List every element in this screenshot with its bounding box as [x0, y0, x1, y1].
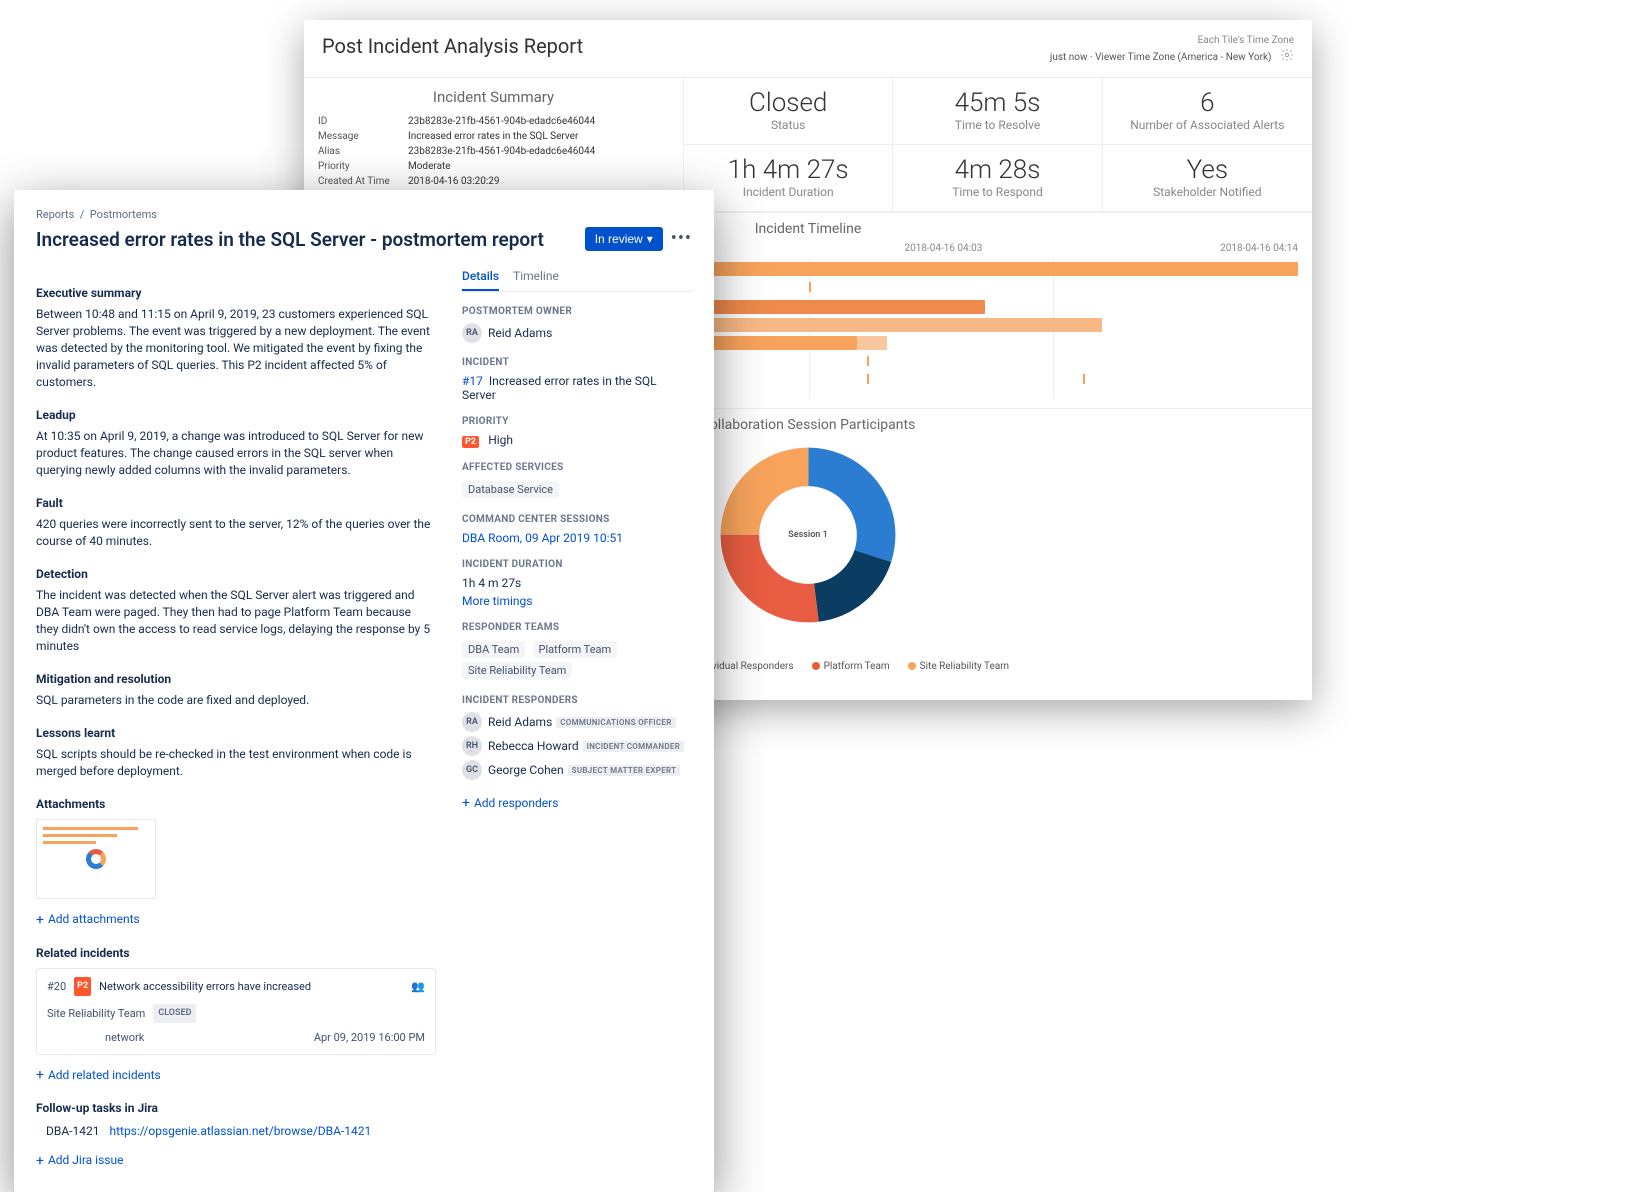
- owner-heading: POSTMORTEM OWNER: [462, 306, 692, 317]
- responder-row: GC George Cohen SUBJECT MATTER EXPERT: [462, 760, 692, 780]
- team-chip[interactable]: DBA Team: [462, 641, 525, 658]
- more-timings-link[interactable]: More timings: [462, 594, 692, 608]
- responder-row: RA Reid Adams COMMUNICATIONS OFFICER: [462, 712, 692, 732]
- jira-key: DBA-1421: [46, 1123, 99, 1140]
- kpi-duration: 1h 4m 27sIncident Duration: [684, 145, 893, 212]
- avatar: GC: [462, 760, 482, 780]
- priority-heading: PRIORITY: [462, 416, 692, 427]
- details-sidebar: Details Timeline POSTMORTEM OWNER RA Rei…: [462, 269, 692, 1170]
- exec-body: Between 10:48 and 11:15 on April 9, 2019…: [36, 306, 436, 391]
- timeline-tick: 2018-04-16 04:03: [904, 243, 982, 254]
- mitigation-heading: Mitigation and resolution: [36, 671, 436, 688]
- duration-heading: INCIDENT DURATION: [462, 559, 692, 570]
- tz-value: Viewer Time Zone (America - New York): [1095, 52, 1271, 63]
- tab-timeline[interactable]: Timeline: [513, 269, 559, 291]
- related-title: Network accessibility errors have increa…: [99, 978, 311, 995]
- kpi-respond: 4m 28sTime to Respond: [893, 145, 1102, 212]
- related-id: #20: [47, 978, 66, 995]
- add-related-link[interactable]: + Add related incidents: [36, 1067, 161, 1084]
- related-time: Apr 09, 2019 16:00 PM: [314, 1029, 425, 1046]
- team-chip[interactable]: Site Reliability Team: [462, 662, 572, 679]
- service-chip[interactable]: Database Service: [462, 481, 559, 498]
- gear-icon[interactable]: [1280, 48, 1294, 67]
- tab-details[interactable]: Details: [462, 269, 499, 291]
- kpi-alerts: 6Number of Associated Alerts: [1103, 78, 1312, 145]
- donut-center-label: Session 1: [768, 495, 848, 575]
- status-chip: CLOSED: [153, 1004, 196, 1023]
- fault-heading: Fault: [36, 495, 436, 512]
- team-chip[interactable]: Platform Team: [533, 641, 618, 658]
- avatar: RA: [462, 323, 482, 343]
- attachments-heading: Attachments: [36, 796, 436, 813]
- priority-badge-icon: P2: [462, 436, 479, 448]
- role-chip: COMMUNICATIONS OFFICER: [556, 717, 675, 728]
- crumb-reports[interactable]: Reports: [36, 208, 74, 221]
- lessons-heading: Lessons learnt: [36, 725, 436, 742]
- teams-heading: RESPONDER TEAMS: [462, 622, 692, 633]
- more-menu-icon[interactable]: •••: [671, 234, 692, 244]
- donut-chart: Session 1: [718, 445, 898, 625]
- lessons-body: SQL scripts should be re-checked in the …: [36, 746, 436, 780]
- fault-body: 420 queries were incorrectly sent to the…: [36, 516, 436, 550]
- page-title: Increased error rates in the SQL Server …: [36, 228, 544, 251]
- crumb-postmortems[interactable]: Postmortems: [90, 208, 157, 221]
- leadup-body: At 10:35 on April 9, 2019, a change was …: [36, 428, 436, 479]
- add-jira-link[interactable]: + Add Jira issue: [36, 1152, 123, 1169]
- detection-heading: Detection: [36, 566, 436, 583]
- leadup-heading: Leadup: [36, 407, 436, 424]
- chevron-down-icon: ▾: [647, 232, 653, 246]
- jira-link[interactable]: https://opsgenie.atlassian.net/browse/DB…: [109, 1123, 371, 1140]
- tz-prefix: just now ·: [1050, 52, 1095, 63]
- attachment-thumbnail[interactable]: [36, 819, 156, 899]
- sidebar-tabs: Details Timeline: [462, 269, 692, 292]
- kpi-status: ClosedStatus: [684, 78, 893, 145]
- plus-icon: +: [462, 797, 470, 809]
- avatar: RH: [462, 736, 482, 756]
- report-body: Executive summary Between 10:48 and 11:1…: [36, 269, 436, 1170]
- status-button[interactable]: In review ▾: [585, 227, 663, 251]
- timezone-info: Each Tile's Time Zone just now · Viewer …: [1050, 34, 1294, 67]
- breadcrumb: Reports / Postmortems: [36, 208, 692, 221]
- related-incident-card[interactable]: #20 P2 Network accessibility errors have…: [36, 968, 436, 1055]
- priority-badge-icon: P2: [74, 977, 91, 996]
- postmortem-panel: Reports / Postmortems Increased error ra…: [14, 190, 714, 1192]
- owner-name: Reid Adams: [488, 326, 552, 340]
- mitigation-body: SQL parameters in the code are fixed and…: [36, 692, 436, 709]
- ccs-heading: COMMAND CENTER SESSIONS: [462, 514, 692, 525]
- report-title: Post Incident Analysis Report: [322, 34, 583, 58]
- plus-icon: +: [36, 1155, 44, 1167]
- services-heading: AFFECTED SERVICES: [462, 462, 692, 473]
- responder-row: RH Rebecca Howard INCIDENT COMMANDER: [462, 736, 692, 756]
- related-heading: Related incidents: [36, 945, 436, 962]
- role-chip: SUBJECT MATTER EXPERT: [568, 765, 681, 776]
- kpi-stakeholder: YesStakeholder Notified: [1103, 145, 1312, 212]
- plus-icon: +: [36, 1069, 44, 1081]
- priority-label: High: [488, 433, 513, 447]
- exec-heading: Executive summary: [36, 285, 436, 302]
- tz-label: Each Tile's Time Zone: [1050, 34, 1294, 48]
- incident-heading: INCIDENT: [462, 357, 692, 368]
- plus-icon: +: [36, 914, 44, 926]
- team-icon: 👥: [411, 978, 425, 995]
- responders-heading: INCIDENT RESPONDERS: [462, 695, 692, 706]
- add-responders-link[interactable]: + Add responders: [462, 796, 558, 810]
- related-tag: network: [105, 1029, 144, 1046]
- add-attachments-link[interactable]: + Add attachments: [36, 911, 140, 928]
- ccs-link[interactable]: DBA Room, 09 Apr 2019 10:51: [462, 531, 692, 545]
- detection-body: The incident was detected when the SQL S…: [36, 587, 436, 655]
- role-chip: INCIDENT COMMANDER: [583, 741, 685, 752]
- kpi-resolve: 45m 5sTime to Resolve: [893, 78, 1102, 145]
- jira-task-row: DBA-1421 https://opsgenie.atlassian.net/…: [36, 1123, 436, 1140]
- related-team: Site Reliability Team: [47, 1005, 145, 1022]
- summary-heading: Incident Summary: [318, 88, 669, 106]
- incident-link[interactable]: #17Increased error rates in the SQL Serv…: [462, 374, 692, 402]
- duration-value: 1h 4 m 27s: [462, 576, 692, 590]
- avatar: RA: [462, 712, 482, 732]
- timeline-tick: 2018-04-16 04:14: [1220, 243, 1298, 254]
